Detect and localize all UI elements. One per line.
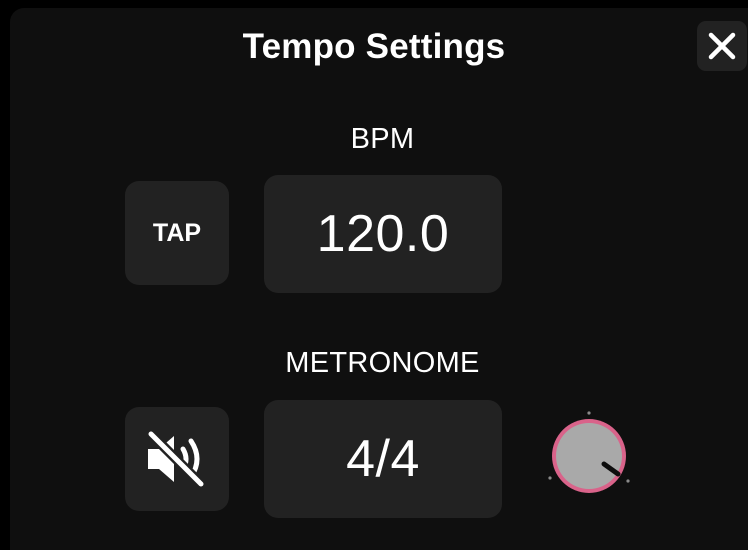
- knob-icon: [548, 411, 630, 493]
- time-signature-value: 4/4: [346, 430, 420, 488]
- close-icon: [708, 32, 736, 60]
- bpm-label: BPM: [350, 123, 415, 155]
- time-signature-field[interactable]: 4/4: [264, 400, 502, 518]
- tap-tempo-button[interactable]: TAP: [125, 181, 229, 285]
- metronome-mute-button[interactable]: [125, 407, 229, 511]
- close-button[interactable]: [697, 21, 747, 71]
- metronome-label: METRONOME: [285, 347, 480, 379]
- speaker-muted-icon: [146, 429, 206, 489]
- tap-label: TAP: [152, 219, 202, 247]
- metronome-volume-knob[interactable]: [541, 406, 637, 502]
- bpm-value-field[interactable]: 120.0: [264, 175, 502, 293]
- bpm-value: 120.0: [316, 205, 450, 263]
- dialog-title: Tempo Settings: [242, 27, 506, 66]
